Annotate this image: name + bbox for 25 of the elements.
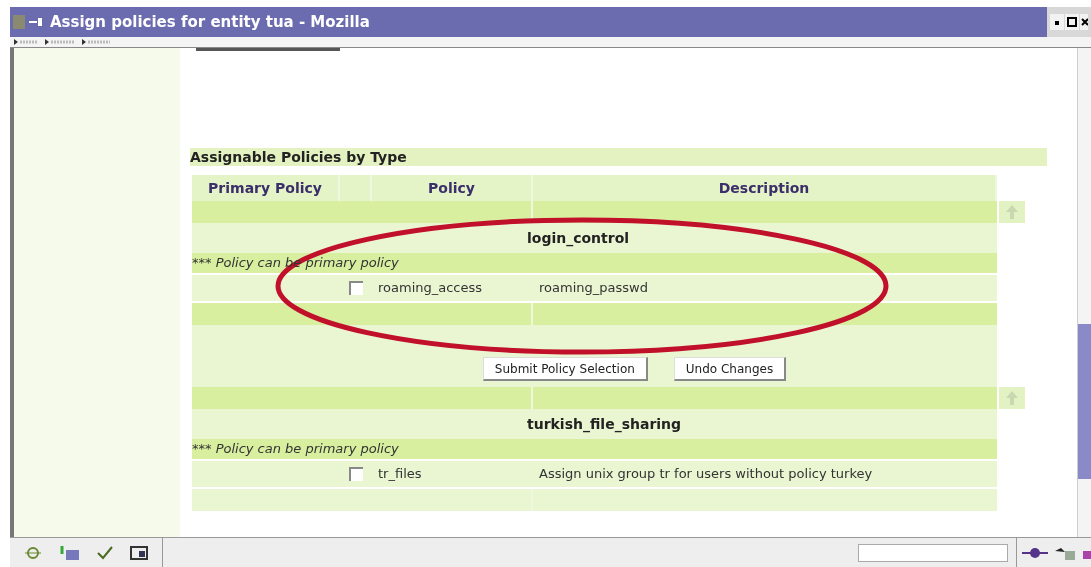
policy-note: *** Policy can be primary policy <box>192 440 399 459</box>
toolbar-grip-icon[interactable] <box>12 38 112 46</box>
minimize-icon[interactable] <box>1050 14 1064 30</box>
form-button[interactable]: Submit Policy Selection <box>482 357 648 381</box>
window-title: Assign policies for entity tua - Mozilla <box>50 11 370 33</box>
group-name: turkish_file_sharing <box>527 414 682 435</box>
scrollbar[interactable] <box>1077 48 1091 537</box>
maximize-icon[interactable] <box>1065 14 1079 30</box>
section-heading: Assignable Policies by Type <box>190 148 1047 166</box>
navigator-icon[interactable] <box>24 544 42 561</box>
group-name: login_control <box>527 228 630 249</box>
address-book-icon[interactable] <box>130 544 148 561</box>
policy-name: roaming_access <box>377 279 484 298</box>
scrollbar-thumb[interactable] <box>1078 324 1091 479</box>
column-header: Description <box>718 178 810 198</box>
close-icon[interactable] <box>1080 14 1088 30</box>
policy-checkbox[interactable] <box>349 281 363 295</box>
policy-description: roaming_passwd <box>538 279 648 298</box>
policy-name: tr_files <box>377 465 423 484</box>
column-header: Policy <box>428 178 475 198</box>
policy-description: Assign unix group tr for users without policy turkey <box>538 465 873 484</box>
column-header: Primary Policy <box>208 178 322 198</box>
policy-note: *** Policy can be primary policy <box>192 254 399 273</box>
form-button[interactable]: Undo Changes <box>673 357 787 381</box>
policy-checkbox[interactable] <box>349 467 363 481</box>
